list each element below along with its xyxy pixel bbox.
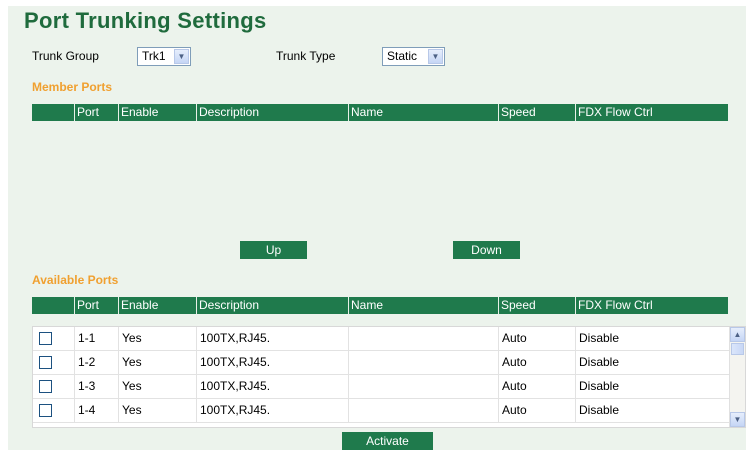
member-ports-heading: Member Ports xyxy=(32,80,113,94)
column-header-enable: Enable xyxy=(118,104,196,121)
scroll-down-icon[interactable]: ▼ xyxy=(730,412,745,427)
trunk-type-value: Static xyxy=(387,49,418,63)
column-header-enable: Enable xyxy=(118,297,196,314)
trunk-group-select[interactable]: Trk1 ▼ xyxy=(137,47,191,66)
column-header-speed: Speed xyxy=(498,297,575,314)
checkbox-icon[interactable] xyxy=(39,356,52,369)
table-row[interactable]: 1-1 Yes 100TX,RJ45. Auto Disable xyxy=(33,327,729,351)
trunk-type-label: Trunk Type xyxy=(276,49,336,63)
speed-cell: Auto xyxy=(498,375,575,398)
page-title: Port Trunking Settings xyxy=(24,8,267,33)
column-header-speed: Speed xyxy=(498,104,575,121)
enable-cell: Yes xyxy=(118,399,196,422)
table-row[interactable]: 1-2 Yes 100TX,RJ45. Auto Disable xyxy=(33,351,729,375)
trunk-type-select[interactable]: Static ▼ xyxy=(382,47,445,66)
scroll-thumb[interactable] xyxy=(731,343,744,355)
description-cell: 100TX,RJ45. xyxy=(196,375,348,398)
enable-cell: Yes xyxy=(118,327,196,350)
table-row[interactable]: 1-3 Yes 100TX,RJ45. Auto Disable xyxy=(33,375,729,399)
checkbox-icon[interactable] xyxy=(39,380,52,393)
member-ports-table-header: Port Enable Description Name Speed FDX F… xyxy=(32,104,728,121)
description-cell: 100TX,RJ45. xyxy=(196,399,348,422)
settings-panel: Port Trunking Settings Trunk Group Trk1 … xyxy=(8,6,746,450)
speed-cell: Auto xyxy=(498,351,575,374)
fdx-flow-ctrl-cell: Disable xyxy=(575,327,729,350)
down-button[interactable]: Down xyxy=(453,241,520,259)
column-header-fdx-flow-ctrl: FDX Flow Ctrl xyxy=(575,297,728,314)
trunk-group-value: Trk1 xyxy=(142,49,166,63)
trunk-group-label: Trunk Group xyxy=(32,49,99,63)
speed-cell: Auto xyxy=(498,327,575,350)
available-ports-list[interactable]: 1-1 Yes 100TX,RJ45. Auto Disable 1-2 Yes… xyxy=(32,326,746,428)
name-cell xyxy=(348,327,498,350)
port-cell: 1-2 xyxy=(74,351,118,374)
vertical-scrollbar[interactable]: ▲ ▼ xyxy=(729,327,745,427)
available-ports-table-header: Port Enable Description Name Speed FDX F… xyxy=(32,297,728,314)
enable-cell: Yes xyxy=(118,351,196,374)
checkbox-icon[interactable] xyxy=(39,332,52,345)
column-header-description: Description xyxy=(196,104,348,121)
fdx-flow-ctrl-cell: Disable xyxy=(575,399,729,422)
enable-cell: Yes xyxy=(118,375,196,398)
column-header-name: Name xyxy=(348,297,498,314)
speed-cell: Auto xyxy=(498,399,575,422)
checkbox-icon[interactable] xyxy=(39,404,52,417)
column-header-description: Description xyxy=(196,297,348,314)
chevron-down-icon[interactable]: ▼ xyxy=(428,49,443,64)
fdx-flow-ctrl-cell: Disable xyxy=(575,351,729,374)
name-cell xyxy=(348,375,498,398)
name-cell xyxy=(348,399,498,422)
up-button[interactable]: Up xyxy=(240,241,307,259)
port-cell: 1-4 xyxy=(74,399,118,422)
name-cell xyxy=(348,351,498,374)
table-row[interactable]: 1-4 Yes 100TX,RJ45. Auto Disable xyxy=(33,399,729,423)
column-header-fdx-flow-ctrl: FDX Flow Ctrl xyxy=(575,104,728,121)
chevron-down-icon[interactable]: ▼ xyxy=(174,49,189,64)
scroll-up-icon[interactable]: ▲ xyxy=(730,327,745,342)
port-cell: 1-1 xyxy=(74,327,118,350)
activate-button[interactable]: Activate xyxy=(342,432,433,450)
column-header-name: Name xyxy=(348,104,498,121)
available-ports-heading: Available Ports xyxy=(32,273,119,287)
column-header-port: Port xyxy=(74,297,118,314)
description-cell: 100TX,RJ45. xyxy=(196,327,348,350)
column-header-port: Port xyxy=(74,104,118,121)
description-cell: 100TX,RJ45. xyxy=(196,351,348,374)
fdx-flow-ctrl-cell: Disable xyxy=(575,375,729,398)
port-cell: 1-3 xyxy=(74,375,118,398)
